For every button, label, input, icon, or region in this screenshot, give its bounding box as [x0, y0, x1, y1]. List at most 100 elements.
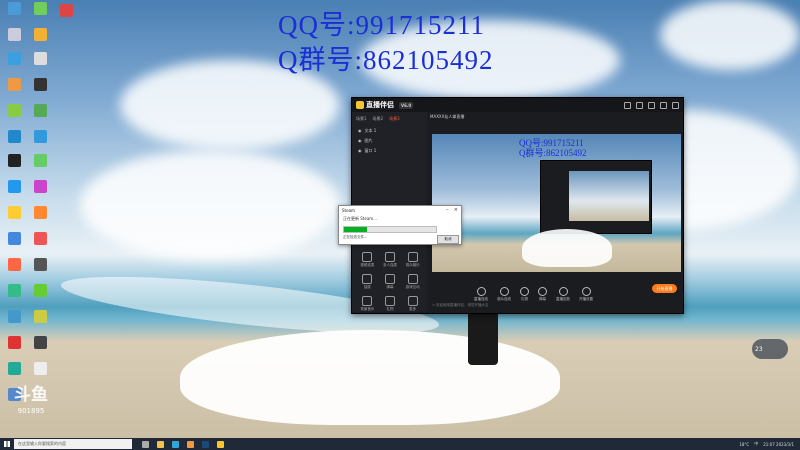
bottom-tool[interactable]: 观众连线	[497, 286, 511, 302]
desktop-icon[interactable]	[28, 104, 52, 117]
desktop-icon[interactable]	[2, 336, 26, 349]
minimize-icon[interactable]: –	[446, 207, 449, 213]
tool-icon	[407, 274, 418, 284]
start-live-button[interactable]: 开始直播	[652, 284, 677, 293]
desktop-icon[interactable]	[2, 362, 26, 375]
start-button[interactable]	[0, 438, 14, 450]
tab-scene-3[interactable]: 场景3	[389, 116, 400, 122]
bottom-tool-icon	[499, 286, 509, 296]
cancel-button[interactable]: 取消	[437, 235, 459, 244]
weather-temp: 23	[755, 345, 763, 353]
stream-preview[interactable]: QQ号:991715211 Q群号:862105492	[432, 134, 681, 272]
desktop-icon[interactable]	[28, 232, 52, 245]
desktop-icon[interactable]	[2, 310, 26, 323]
desktop-icon[interactable]	[28, 130, 52, 143]
system-tray: 18°C 中 21:07 2023/3/1	[739, 441, 800, 447]
version-badge: V6.0	[399, 101, 414, 109]
maximize-icon[interactable]	[660, 101, 667, 109]
desktop-icon[interactable]	[28, 336, 52, 349]
notification-icon[interactable]	[624, 101, 631, 109]
tool-button[interactable]: 背景音乐	[356, 296, 379, 312]
taskbar-apps	[142, 440, 224, 448]
desktop-icon[interactable]	[54, 4, 78, 17]
tray-temp[interactable]: 18°C	[739, 442, 749, 447]
desktop-icon[interactable]	[28, 362, 52, 375]
close-icon[interactable]: ×	[454, 207, 458, 213]
tool-button[interactable]: 更多	[401, 296, 424, 312]
tool-button[interactable]: 抽奖	[356, 274, 379, 290]
desktop-icon[interactable]	[2, 104, 26, 117]
nested-preview-image	[569, 171, 649, 221]
desktop-icon[interactable]	[2, 28, 26, 41]
desktop-icon[interactable]	[28, 78, 52, 91]
app-titlebar[interactable]: 直播伴侣 V6.0	[352, 98, 683, 112]
tool-button[interactable]: 多人连麦	[379, 252, 402, 268]
chrome-icon[interactable]	[187, 440, 194, 448]
explorer-icon[interactable]	[157, 440, 164, 448]
desktop-icon[interactable]	[28, 154, 52, 167]
desktop-icon[interactable]	[2, 258, 26, 271]
douyu-watermark: 斗鱼 901895	[10, 386, 52, 415]
desktop-icon[interactable]	[28, 258, 52, 271]
minimize-icon[interactable]	[648, 101, 655, 109]
desktop-icon[interactable]	[28, 310, 52, 323]
desktop-icon[interactable]	[2, 130, 26, 143]
tool-button[interactable]: 游戏互动	[401, 274, 424, 290]
scene-item[interactable]: ◉ 窗口 1	[352, 146, 427, 156]
bottom-tool[interactable]: 弹幕	[538, 286, 547, 302]
steam-icon[interactable]	[202, 440, 209, 448]
scene-label: 窗口 1	[364, 148, 377, 153]
desktop-icon[interactable]	[2, 180, 26, 193]
edge-icon[interactable]	[172, 440, 179, 448]
taskbar-search[interactable]: 在这里输入你要搜索的内容	[14, 439, 132, 449]
watermark-logo: 斗鱼	[14, 385, 48, 405]
desktop-icon[interactable]	[2, 284, 26, 297]
eye-icon[interactable]: ◉	[358, 128, 362, 134]
tray-lang[interactable]: 中	[754, 441, 758, 447]
desktop-icon[interactable]	[28, 2, 52, 15]
desktop-icon[interactable]	[2, 52, 26, 65]
bottom-tool[interactable]: 开播设置	[579, 286, 593, 302]
dialog-subtext: 正在检查文件...	[343, 235, 368, 239]
desktop-icon[interactable]	[2, 78, 26, 91]
desktop-icon[interactable]	[2, 2, 26, 15]
tray-clock[interactable]: 21:07 2023/3/1	[763, 442, 794, 447]
bottom-tool-icon	[558, 286, 568, 296]
tool-icon	[362, 274, 373, 284]
task-view-icon[interactable]	[142, 440, 149, 448]
desktop-icon[interactable]	[2, 206, 26, 219]
preview-dress	[522, 229, 612, 267]
scene-label: 图片	[364, 138, 373, 143]
stream-title[interactable]: MAXXX仙人掌直播	[430, 114, 464, 120]
close-icon[interactable]	[672, 101, 679, 109]
bottom-tool-icon	[476, 286, 486, 296]
desktop-icon[interactable]	[28, 206, 52, 219]
tool-button[interactable]: 弹幕	[379, 274, 402, 290]
tab-scene-2[interactable]: 场景2	[373, 116, 384, 122]
scene-item[interactable]: ◉ 文本 1	[352, 126, 427, 136]
settings-icon[interactable]	[636, 101, 643, 109]
tab-scene-1[interactable]: 场景1	[356, 116, 367, 122]
desktop-icon[interactable]	[28, 52, 52, 65]
tool-icon	[384, 274, 395, 284]
desktop-icon[interactable]	[2, 232, 26, 245]
app-logo-icon	[356, 101, 364, 109]
streaming-app-icon[interactable]	[217, 440, 224, 448]
bottom-tool[interactable]: 直播回放	[556, 286, 570, 302]
desktop-icon[interactable]	[2, 154, 26, 167]
weather-widget[interactable]: 23	[752, 339, 788, 359]
desktop-icon[interactable]	[28, 28, 52, 41]
desktop-icon[interactable]	[28, 180, 52, 193]
tool-button[interactable]: 礼物	[379, 296, 402, 312]
bottom-tool[interactable]: 直播连线	[474, 286, 488, 302]
tool-button[interactable]: 视频连麦	[356, 252, 379, 268]
dialog-titlebar[interactable]: Steam – ×	[339, 206, 461, 214]
progress-bar	[343, 226, 437, 233]
update-dialog[interactable]: Steam – × 正在更新 Steam... 正在检查文件... 取消	[338, 205, 462, 245]
eye-icon[interactable]: ◉	[358, 148, 362, 154]
bottom-tool[interactable]: 礼物	[520, 286, 529, 302]
eye-icon[interactable]: ◉	[358, 138, 362, 144]
desktop-icon[interactable]	[28, 284, 52, 297]
tool-button[interactable]: 观众娱乐	[401, 252, 424, 268]
scene-item[interactable]: ◉ 图片	[352, 136, 427, 146]
